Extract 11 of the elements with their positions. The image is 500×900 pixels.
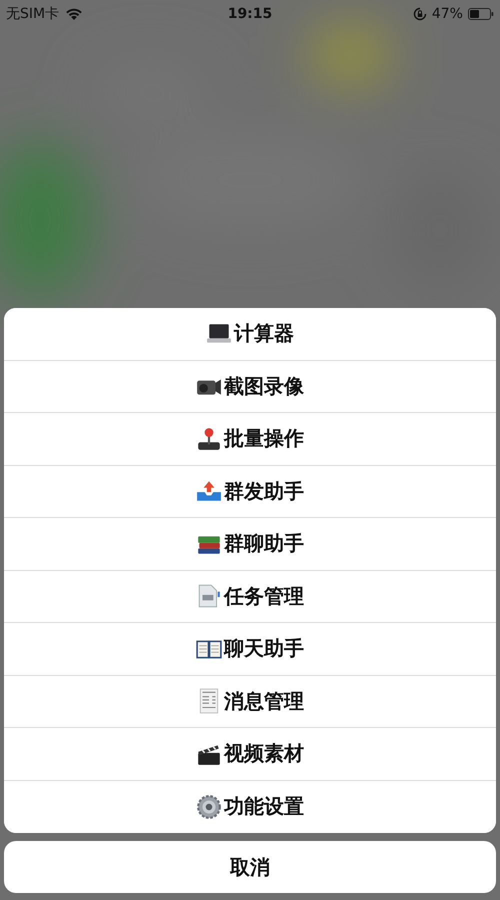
battery-icon	[468, 8, 494, 20]
battery-percent: 47%	[432, 6, 463, 22]
menu-item[interactable]: 计算器	[4, 308, 496, 360]
cancel-button[interactable]: 取消	[4, 841, 496, 893]
carrier-label: 无SIM卡	[6, 5, 60, 23]
wifi-icon	[64, 7, 84, 21]
gear-icon	[196, 794, 222, 820]
rotation-lock-icon	[412, 7, 427, 21]
document-icon	[196, 583, 222, 610]
status-time: 19:15	[228, 6, 272, 22]
joystick-icon	[196, 426, 222, 452]
